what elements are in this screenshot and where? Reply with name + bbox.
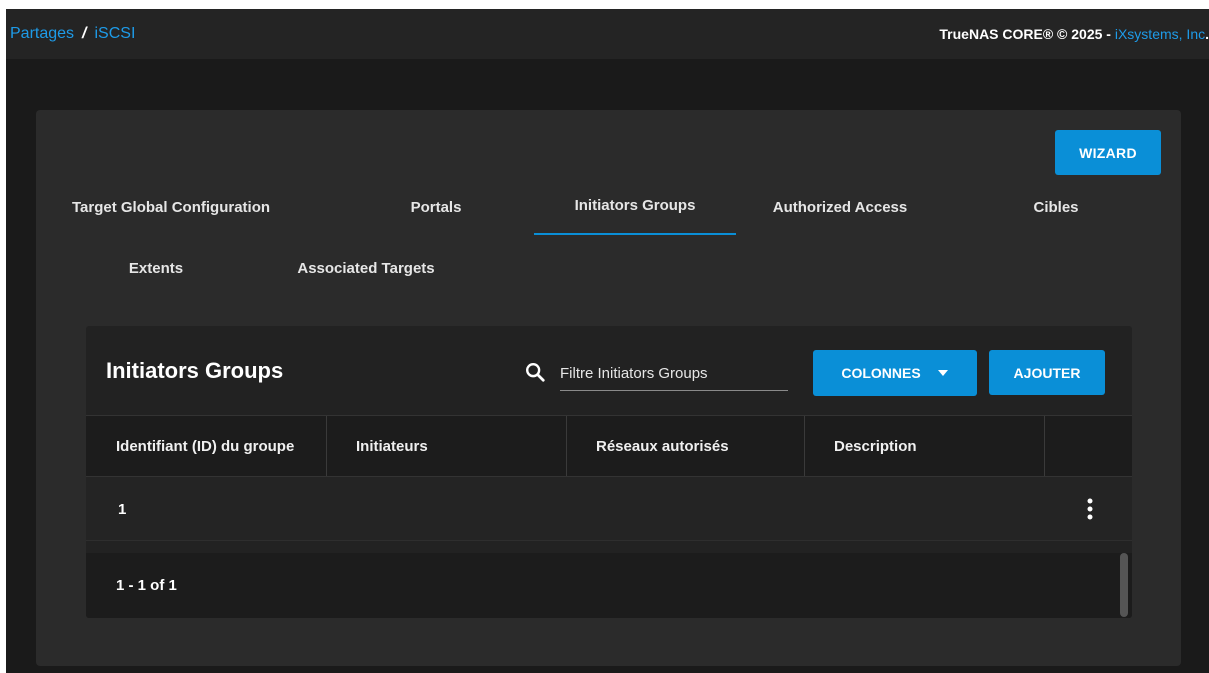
- tab-initiators-groups[interactable]: Initiators Groups: [534, 183, 736, 227]
- active-tab-indicator: [534, 233, 736, 235]
- cell-group-id: 1: [118, 500, 127, 518]
- column-header-authorized-networks[interactable]: Réseaux autorisés: [596, 416, 729, 476]
- pagination-range: 1 - 1 of 1: [116, 577, 177, 594]
- column-header-description[interactable]: Description: [834, 416, 917, 476]
- company-link[interactable]: iXsystems, Inc: [1115, 26, 1205, 42]
- table-row[interactable]: 1: [86, 477, 1132, 541]
- search-input[interactable]: [560, 357, 788, 391]
- initiators-groups-panel: Initiators Groups COLONNES AJOUTER Ident…: [86, 326, 1132, 618]
- wizard-button[interactable]: WIZARD: [1055, 130, 1161, 175]
- tab-portals[interactable]: Portals: [376, 185, 496, 229]
- search-icon[interactable]: [524, 361, 546, 383]
- tab-target-global-configuration[interactable]: Target Global Configuration: [72, 185, 270, 229]
- table-header: Identifiant (ID) du groupe Initiateurs R…: [86, 415, 1132, 477]
- breadcrumb: Partages / iSCSI: [10, 25, 135, 43]
- copyright-notice: TrueNAS CORE® © 2025 - iXsystems, Inc.: [939, 26, 1209, 42]
- column-divider: [804, 416, 805, 476]
- search-box: [524, 357, 788, 391]
- tab-authorized-access[interactable]: Authorized Access: [756, 185, 924, 229]
- tab-cibles[interactable]: Cibles: [996, 185, 1116, 229]
- tab-associated-targets[interactable]: Associated Targets: [281, 246, 451, 290]
- column-divider: [1044, 416, 1045, 476]
- columns-button-label: COLONNES: [841, 365, 921, 381]
- columns-button[interactable]: COLONNES: [813, 350, 977, 396]
- kebab-menu-icon[interactable]: [1080, 497, 1100, 521]
- vertical-scrollbar[interactable]: [1120, 553, 1128, 617]
- breadcrumb-current-iscsi[interactable]: iSCSI: [95, 25, 136, 43]
- top-bar: Partages / iSCSI TrueNAS CORE® © 2025 - …: [6, 9, 1209, 59]
- column-divider: [566, 416, 567, 476]
- breadcrumb-separator: /: [82, 25, 87, 42]
- add-button[interactable]: AJOUTER: [989, 350, 1105, 395]
- copyright-end: .: [1205, 26, 1209, 42]
- tab-extents[interactable]: Extents: [106, 246, 206, 290]
- copyright-text: TrueNAS CORE® © 2025 -: [939, 26, 1115, 42]
- caret-down-icon: [937, 370, 948, 376]
- table-footer: 1 - 1 of 1: [86, 553, 1132, 618]
- iscsi-card: WIZARD Target Global Configuration Porta…: [36, 110, 1181, 666]
- app-frame: Partages / iSCSI TrueNAS CORE® © 2025 - …: [6, 9, 1209, 673]
- column-header-initiators[interactable]: Initiateurs: [356, 416, 428, 476]
- column-divider: [326, 416, 327, 476]
- column-header-group-id[interactable]: Identifiant (ID) du groupe: [116, 416, 294, 476]
- breadcrumb-link-partages[interactable]: Partages: [10, 25, 74, 43]
- panel-title: Initiators Groups: [106, 358, 284, 383]
